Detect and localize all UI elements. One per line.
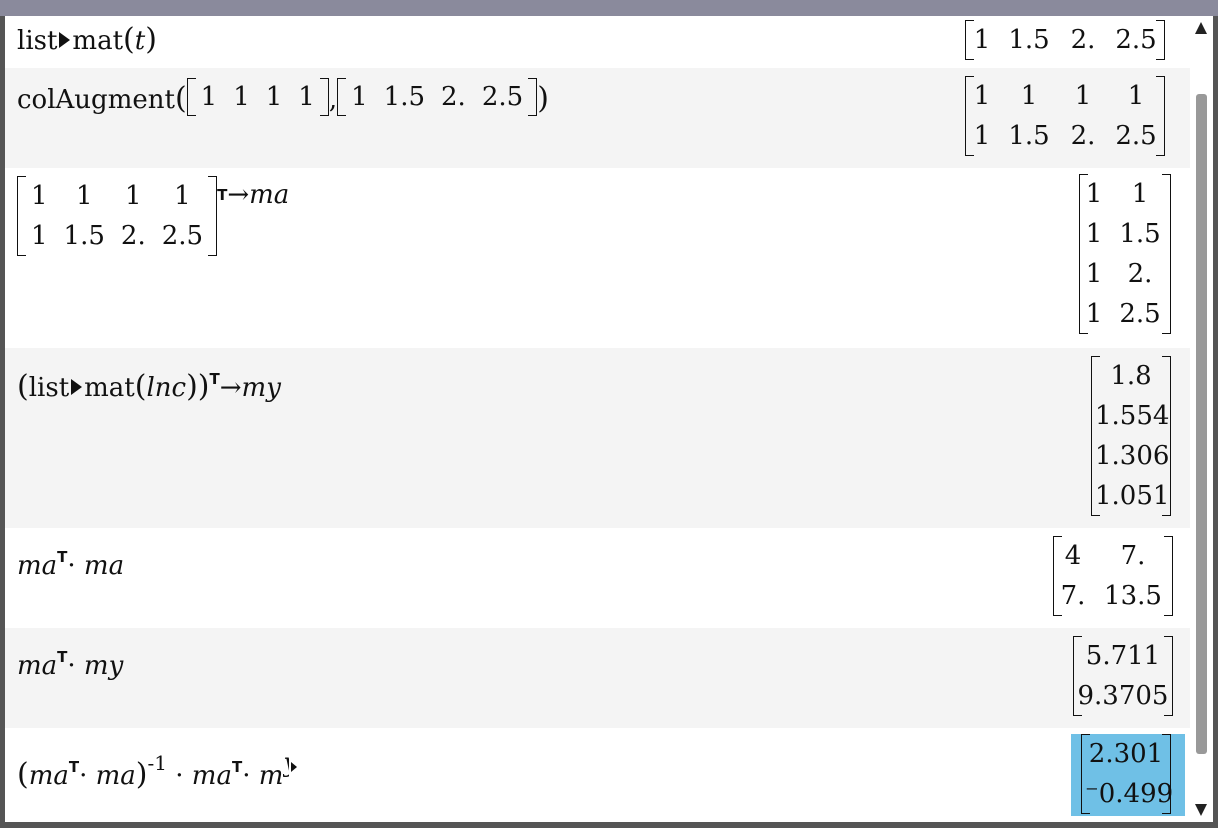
vertical-scrollbar[interactable] — [1190, 16, 1213, 822]
result-matrix[interactable]: 1 1.5 2. 2.5 — [965, 20, 1165, 60]
result-matrix[interactable]: 4 7. 7. 13.5 — [1053, 536, 1173, 616]
convert-arrow-icon — [59, 32, 71, 48]
input-matrix-1: 1111 — [186, 78, 329, 116]
input-matrix: 1111 1 1.5 2. 2.5 — [17, 176, 218, 256]
argument: t — [134, 26, 146, 56]
history-entry-5[interactable]: maT· ma 4 7. 7. 13.5 — [5, 528, 1190, 628]
input-expression[interactable]: 1111 1 1.5 2. 2.5 T→ma — [17, 176, 289, 256]
input-expression[interactable]: (maT· ma)-1 · maT· my — [17, 744, 299, 795]
cell: 2. — [1070, 25, 1096, 55]
fn-name: list — [17, 26, 58, 56]
scroll-up-icon[interactable] — [1195, 22, 1207, 34]
history-entry-3[interactable]: 1111 1 1.5 2. 2.5 T→ma 11 1 1.5 1 2. 1 2.5 — [5, 168, 1190, 348]
input-expression[interactable]: (list mat(lnc))T→my — [17, 360, 281, 407]
window-title-bar — [0, 0, 1218, 16]
history-pane[interactable]: list mat(t) 1 1.5 2. 2.5 colAugment( 1111… — [5, 16, 1190, 822]
result-matrix[interactable]: 1 1 1 1 1 1.5 2. 2.5 — [965, 76, 1165, 156]
cell: 1.5 — [1008, 25, 1050, 55]
fn-name: colAugment — [17, 85, 175, 115]
result-matrix[interactable]: 5.711 9.3705 — [1073, 636, 1173, 716]
truncation-marker-icon — [291, 762, 298, 772]
fn-name-2: mat — [72, 26, 124, 56]
history-entry-1[interactable]: list mat(t) 1 1.5 2. 2.5 — [5, 16, 1190, 68]
input-expression[interactable]: colAugment( 1111 , 1 1.5 2. 2.5 ) — [17, 78, 549, 119]
convert-arrow-icon — [71, 379, 83, 395]
result-matrix[interactable]: 1.8 1.554 1.306 1.051 — [1091, 356, 1171, 516]
input-expression[interactable]: list mat(t) — [17, 21, 157, 60]
result-matrix-selected[interactable]: 2.301 ⁻0.499 — [1081, 734, 1173, 814]
history-entry-2[interactable]: colAugment( 1111 , 1 1.5 2. 2.5 ) 1 1 1 1 1… — [5, 68, 1190, 168]
scrollbar-thumb[interactable] — [1196, 94, 1207, 754]
input-expression[interactable]: maT· ma — [17, 538, 124, 585]
history-entry-4[interactable]: (list mat(lnc))T→my 1.8 1.554 1.306 1.051 — [5, 348, 1190, 528]
scroll-down-icon[interactable] — [1195, 804, 1207, 816]
input-matrix-2: 1 1.5 2. 2.5 — [337, 78, 538, 116]
history-entry-6[interactable]: maT· my 5.711 9.3705 — [5, 628, 1190, 728]
input-expression[interactable]: maT· my — [17, 638, 123, 685]
history-entry-7[interactable]: (maT· ma)-1 · maT· my 2.301 ⁻0.499 — [5, 728, 1190, 822]
result-matrix[interactable]: 11 1 1.5 1 2. 1 2.5 — [1079, 174, 1171, 334]
